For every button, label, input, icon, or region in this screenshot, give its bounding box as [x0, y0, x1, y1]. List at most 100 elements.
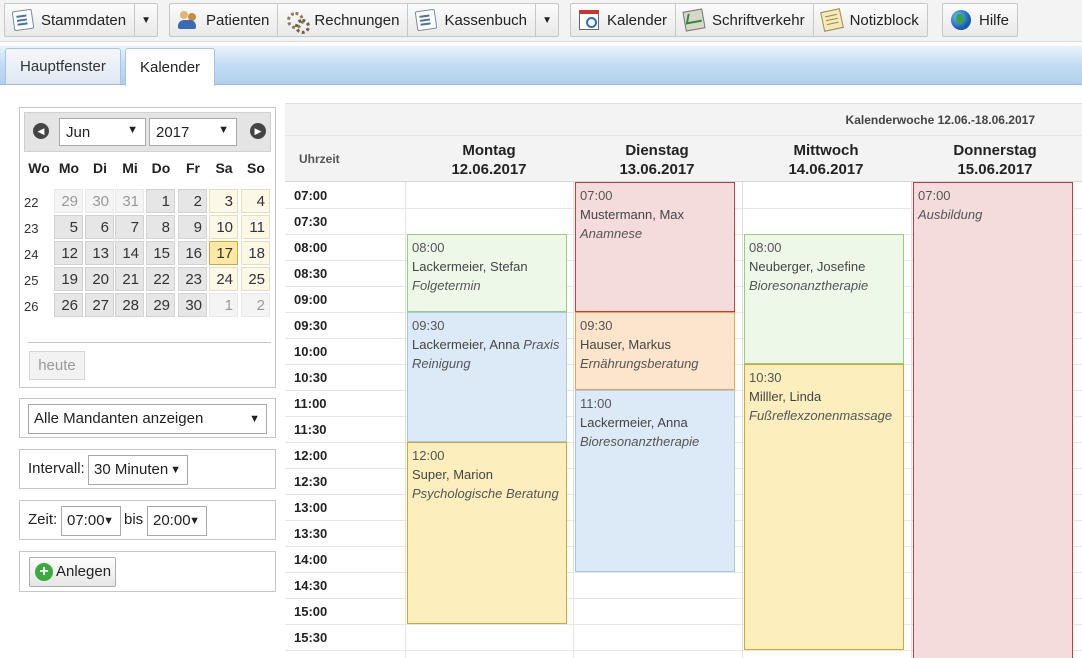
time-slot-label: 09:30: [294, 318, 328, 333]
day-cell[interactable]: 7: [115, 215, 144, 239]
rechnungen-label: Rechnungen: [314, 11, 400, 29]
gears-icon: [286, 10, 311, 34]
appointment[interactable]: 09:30 Hauser, Markus Ernährungsberatung: [575, 312, 735, 390]
year-select[interactable]: 2017 ▼: [149, 118, 237, 146]
day-cell[interactable]: 2: [241, 293, 270, 317]
kalender-button[interactable]: Kalender: [571, 4, 677, 36]
day-cell[interactable]: 3: [209, 189, 238, 213]
day-cell[interactable]: 2: [178, 189, 207, 213]
appointment[interactable]: 07:00 Mustermann, Max Anamnese: [575, 182, 735, 312]
appointment[interactable]: 09:30 Lackermeier, Anna Praxis Reinigung: [407, 312, 567, 442]
day-cell[interactable]: 1: [209, 293, 238, 317]
day-cell[interactable]: 11: [241, 215, 270, 239]
day-cell[interactable]: 31: [115, 189, 144, 213]
day-cell[interactable]: 28: [115, 293, 144, 317]
time-slot-label: 15:00: [294, 604, 328, 619]
month-select[interactable]: Jun ▼: [59, 118, 146, 146]
appointment[interactable]: 10:30 Milller, Linda Fußreflexzonenmassag…: [744, 364, 904, 650]
time-slot-label: 11:00: [294, 396, 327, 411]
interval-label: Intervall:: [28, 460, 85, 477]
notizblock-label: Notizblock: [849, 11, 919, 29]
hilfe-button[interactable]: Hilfe: [943, 4, 1017, 36]
interval-select[interactable]: 30 Minuten ▼: [88, 455, 188, 485]
time-slot-label: 10:30: [294, 370, 328, 385]
day-cell[interactable]: 29: [54, 189, 83, 213]
appointment-description: Psychologische Beratung: [412, 486, 559, 501]
appointment-description: Ernährungsberatung: [580, 356, 699, 371]
day-name: Donnerstag: [953, 142, 1037, 159]
day-cell[interactable]: 22: [146, 267, 175, 291]
appointment-patient: Mustermann, Max: [580, 207, 685, 222]
day-name: Mittwoch: [793, 142, 859, 159]
tab-kalender[interactable]: Kalender: [125, 48, 216, 86]
appointment[interactable]: 07:00 Ausbildung: [913, 182, 1073, 658]
tab-bar: Hauptfenster Kalender: [0, 42, 1082, 86]
tab-hauptfenster[interactable]: Hauptfenster: [5, 48, 121, 84]
week-calendar: Kalenderwoche 12.06.-18.06.2017 Uhrzeit …: [285, 103, 1082, 658]
appointment[interactable]: 12:00 Super, Marion Psychologische Beratu…: [407, 442, 567, 624]
appointment-time: 07:00: [918, 188, 951, 203]
day-cell[interactable]: 15: [146, 241, 175, 265]
day-cell[interactable]: 13: [85, 241, 114, 265]
week-number: 23: [24, 221, 39, 236]
stammdaten-button[interactable]: Stammdaten: [5, 4, 136, 36]
column-line: [742, 182, 743, 658]
appointment[interactable]: 11:00 Lackermeier, Anna Bioresonanztherap…: [575, 390, 735, 572]
day-header: Dienstag 13.06.2017: [573, 141, 741, 179]
day-cell[interactable]: 27: [85, 293, 114, 317]
day-cell[interactable]: 26: [54, 293, 83, 317]
time-to-label: bis: [124, 511, 144, 528]
day-cell[interactable]: 20: [85, 267, 114, 291]
time-slot-label: 15:30: [294, 630, 328, 645]
month-value: Jun: [66, 124, 91, 141]
day-cell[interactable]: 30: [178, 293, 207, 317]
tools-group: Kalender Schriftverkehr Notizblock: [570, 3, 928, 37]
weekday-header: So: [247, 160, 265, 176]
day-cell[interactable]: 24: [209, 267, 238, 291]
day-cell[interactable]: 19: [54, 267, 83, 291]
day-cell[interactable]: 16: [178, 241, 207, 265]
appointment[interactable]: 08:00 Lackermeier, Stefan Folgetermin: [407, 234, 567, 312]
day-cell[interactable]: 23: [178, 267, 207, 291]
day-cell[interactable]: 9: [178, 215, 207, 239]
patienten-button[interactable]: Patienten: [170, 4, 279, 36]
day-cell[interactable]: 14: [115, 241, 144, 265]
datepicker-divider: [28, 342, 271, 343]
day-cell[interactable]: 10: [209, 215, 238, 239]
appointment[interactable]: 08:00 Neuberger, Josefine Bioresonanzther…: [744, 234, 904, 364]
interval-panel: Intervall: 30 Minuten ▼: [19, 449, 276, 489]
notizblock-button[interactable]: Notizblock: [814, 4, 927, 36]
day-cell[interactable]: 18: [241, 241, 270, 265]
rechnungen-button[interactable]: Rechnungen: [278, 4, 409, 36]
records-group: Patienten Rechnungen Kassenbuch ▼: [169, 3, 560, 37]
time-to-select[interactable]: 20:00 ▼: [147, 506, 207, 536]
schriftverkehr-button[interactable]: Schriftverkehr: [676, 4, 814, 36]
kalender-label: Kalender: [607, 11, 668, 29]
stammdaten-label: Stammdaten: [41, 11, 127, 29]
day-cell[interactable]: 4: [241, 189, 270, 213]
anlegen-button[interactable]: + Anlegen: [29, 557, 116, 587]
kassenbuch-button[interactable]: Kassenbuch: [408, 4, 537, 36]
stammdaten-dropdown-button[interactable]: ▼: [135, 4, 157, 36]
day-cell[interactable]: 21: [115, 267, 144, 291]
day-cell[interactable]: 12: [54, 241, 83, 265]
globe-icon: [951, 10, 971, 30]
time-from-select[interactable]: 07:00 ▼: [61, 506, 121, 536]
appointment-description: Anamnese: [580, 226, 643, 241]
appointment-patient: Lackermeier, Anna: [580, 415, 688, 430]
next-month-icon[interactable]: ▶: [250, 123, 266, 139]
day-cell[interactable]: 5: [54, 215, 83, 239]
time-slot-label: 10:00: [294, 344, 328, 359]
mandanten-select[interactable]: Alle Mandanten anzeigen ▼: [28, 404, 267, 434]
day-cell[interactable]: 29: [146, 293, 175, 317]
day-cell[interactable]: 8: [146, 215, 175, 239]
prev-month-icon[interactable]: ◀: [33, 123, 49, 139]
kassenbuch-dropdown-button[interactable]: ▼: [536, 4, 558, 36]
day-cell[interactable]: 17: [209, 241, 238, 265]
day-cell[interactable]: 30: [85, 189, 114, 213]
weekday-header: Do: [151, 160, 171, 176]
day-cell[interactable]: 1: [146, 189, 175, 213]
day-cell[interactable]: 25: [241, 267, 270, 291]
day-cell[interactable]: 6: [85, 215, 114, 239]
today-button[interactable]: heute: [29, 351, 85, 380]
